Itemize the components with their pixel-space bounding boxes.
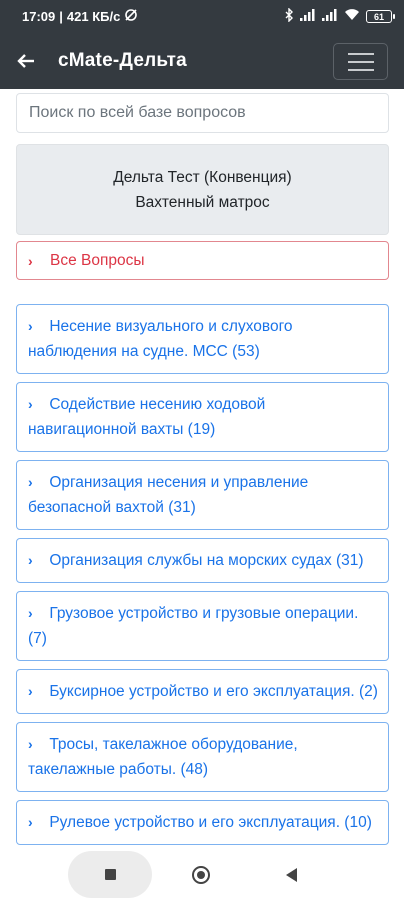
- sync-off-icon: [124, 8, 138, 25]
- topic-item[interactable]: › Несение визуального и слухового наблюд…: [16, 304, 389, 374]
- search-input[interactable]: [16, 93, 389, 133]
- topic-item[interactable]: › Организация несения и управление безоп…: [16, 460, 389, 530]
- test-role: Вахтенный матрос: [135, 193, 270, 211]
- chevron-right-icon: ›: [28, 474, 33, 490]
- app-bar: cMate-Дельта: [0, 33, 404, 89]
- topic-item[interactable]: › Грузовое устройство и грузовые операци…: [16, 591, 389, 661]
- battery-level: 61: [373, 11, 384, 22]
- home-button[interactable]: [192, 866, 210, 884]
- topic-label: Тросы, такелажное оборудование, такелажн…: [28, 736, 298, 778]
- hamburger-icon-line: [347, 68, 374, 71]
- chevron-right-icon: ›: [28, 396, 33, 412]
- signal-icon: [300, 9, 316, 24]
- hamburger-icon-line: [347, 52, 374, 55]
- topic-label: Содействие несению ходовой навигационной…: [28, 396, 266, 438]
- chevron-right-icon: ›: [28, 552, 33, 568]
- back-triangle-icon[interactable]: [286, 868, 297, 882]
- topic-item[interactable]: › Буксирное устройство и его эксплуатаци…: [16, 669, 389, 714]
- chevron-right-icon: ›: [28, 736, 33, 752]
- topic-label: Организация несения и управление безопас…: [28, 474, 309, 516]
- status-network-speed: 421 КБ/с: [66, 9, 121, 24]
- topic-item[interactable]: › Организация службы на морских судах (3…: [16, 538, 389, 583]
- topic-label: Буксирное устройство и его эксплуатация.…: [49, 683, 378, 700]
- all-questions-button[interactable]: › Все Вопросы: [16, 241, 389, 280]
- topic-item[interactable]: › Рулевое устройство и его эксплуатация.…: [16, 800, 389, 845]
- test-name: Дельта Тест (Конвенция): [113, 168, 292, 186]
- chevron-right-icon: ›: [28, 318, 33, 334]
- wifi-icon: [344, 9, 360, 24]
- signal-icon-2: [322, 9, 338, 24]
- menu-button[interactable]: [333, 43, 388, 80]
- arrow-left-icon: [17, 54, 34, 68]
- hamburger-icon-line: [347, 60, 374, 63]
- back-button[interactable]: [8, 43, 44, 79]
- topic-label: Рулевое устройство и его эксплуатация. (…: [49, 814, 372, 831]
- chevron-right-icon: ›: [28, 683, 33, 699]
- topic-label: Несение визуального и слухового наблюден…: [28, 318, 293, 360]
- topic-list: › Несение визуального и слухового наблюд…: [16, 304, 389, 845]
- system-nav-bar: [0, 851, 404, 900]
- topic-label: Грузовое устройство и грузовые операции.…: [28, 605, 359, 647]
- chevron-right-icon: ›: [28, 252, 33, 269]
- status-separator: |: [59, 9, 63, 24]
- battery-icon: 61: [366, 10, 395, 23]
- topic-item[interactable]: › Содействие несению ходовой навигационн…: [16, 382, 389, 452]
- chevron-right-icon: ›: [28, 814, 33, 830]
- app-title: cMate-Дельта: [58, 50, 187, 71]
- test-info-card: Дельта Тест (Конвенция) Вахтенный матрос: [16, 144, 389, 235]
- topic-item[interactable]: › Тросы, такелажное оборудование, такела…: [16, 722, 389, 792]
- topic-label: Организация службы на морских судах (31): [49, 552, 364, 569]
- recents-icon: [105, 869, 116, 880]
- chevron-right-icon: ›: [28, 605, 33, 621]
- bluetooth-icon: [285, 7, 294, 25]
- status-bar: 17:09 | 421 КБ/с 61: [0, 0, 404, 33]
- main-content: Дельта Тест (Конвенция) Вахтенный матрос…: [16, 89, 389, 853]
- all-questions-label: Все Вопросы: [50, 251, 145, 269]
- status-time: 17:09: [22, 9, 56, 24]
